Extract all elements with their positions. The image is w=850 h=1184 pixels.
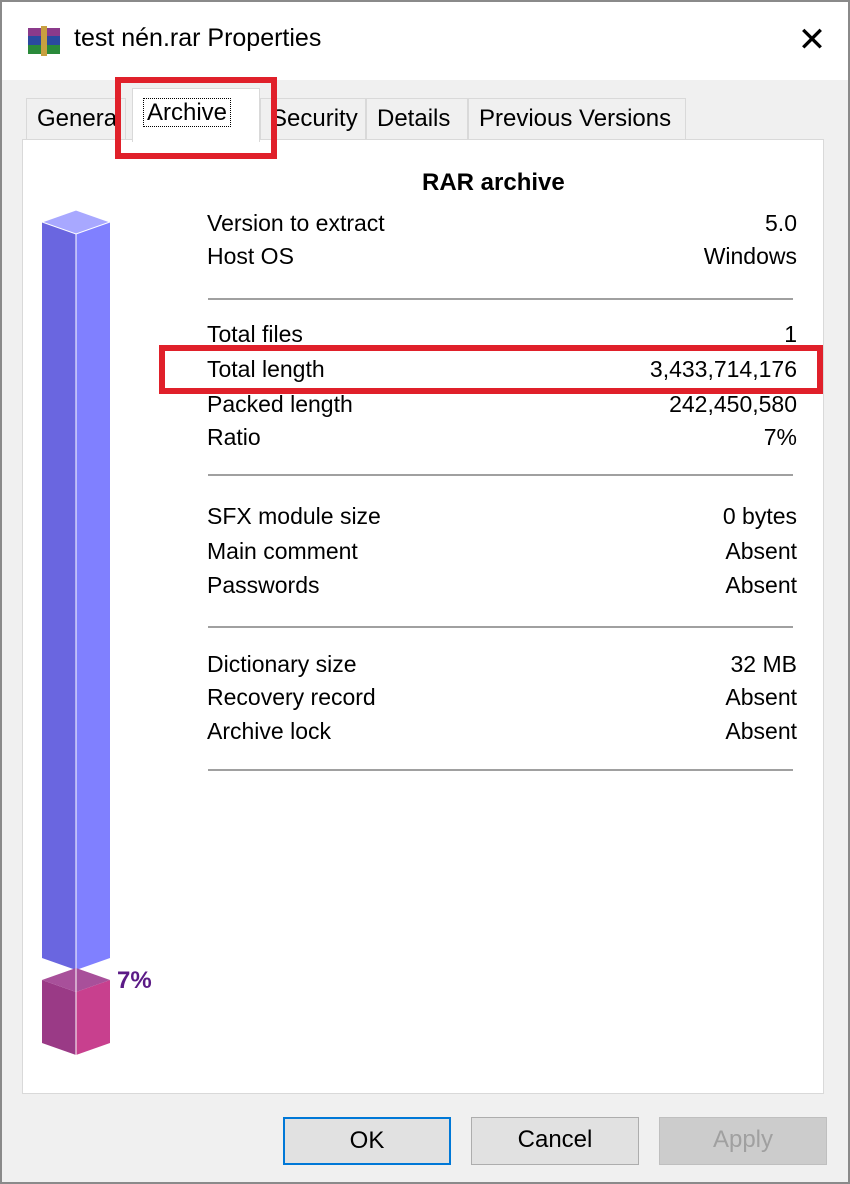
info-row: Passwords Absent [207, 572, 797, 599]
info-label: Passwords [207, 572, 320, 598]
info-label: Host OS [207, 243, 294, 269]
title-bar: test nén.rar Properties ✕ [2, 2, 848, 80]
info-value: Absent [725, 684, 797, 710]
info-row: Ratio 7% [207, 424, 797, 451]
tab-general[interactable]: General [26, 98, 126, 140]
cancel-button[interactable]: Cancel [471, 1117, 639, 1165]
info-label: Main comment [207, 538, 358, 564]
info-label: Ratio [207, 424, 261, 450]
info-value: Absent [725, 718, 797, 744]
bar-full-left [42, 222, 76, 970]
tab-previous-versions[interactable]: Previous Versions [468, 98, 686, 140]
info-row: Recovery record Absent [207, 684, 797, 711]
info-value: 242,450,580 [669, 391, 797, 417]
info-label: SFX module size [207, 503, 381, 529]
info-row: Dictionary size 32 MB [207, 651, 797, 678]
ok-button[interactable]: OK [283, 1117, 451, 1165]
info-row: Total files 1 [207, 321, 797, 348]
info-value: 1 [784, 321, 797, 347]
highlight-box-total-length [159, 345, 823, 394]
separator [208, 298, 793, 300]
info-value: 0 bytes [722, 503, 797, 529]
info-row: Version to extract 5.0 [207, 210, 797, 237]
ratio-bar [40, 210, 112, 1055]
info-row: Packed length 242,450,580 [207, 391, 797, 418]
info-row: Main comment Absent [207, 538, 797, 565]
window-title: test nén.rar Properties [74, 24, 322, 52]
info-value: Absent [725, 538, 797, 564]
separator [208, 626, 793, 628]
info-label: Packed length [207, 391, 353, 417]
archive-type-heading: RAR archive [422, 169, 565, 196]
highlight-box-archive-tab [115, 77, 277, 159]
close-icon[interactable]: ✕ [792, 20, 832, 60]
info-value: 32 MB [730, 651, 797, 677]
apply-button[interactable]: Apply [659, 1117, 827, 1165]
tab-details[interactable]: Details [366, 98, 468, 140]
separator [208, 769, 793, 771]
info-value: Absent [725, 572, 797, 598]
info-label: Version to extract [207, 210, 385, 236]
properties-dialog: test nén.rar Properties ✕ General Securi… [0, 0, 850, 1184]
archive-panel [22, 139, 824, 1094]
winrar-archive-icon [28, 26, 60, 56]
separator [208, 474, 793, 476]
info-label: Total files [207, 321, 303, 347]
bar-fill-right [76, 980, 110, 1055]
info-label: Dictionary size [207, 651, 357, 677]
info-row: Archive lock Absent [207, 718, 797, 745]
bar-full-right [76, 222, 110, 970]
info-label: Recovery record [207, 684, 376, 710]
info-value: Windows [703, 243, 797, 269]
info-value: 7% [763, 424, 797, 450]
info-row: Host OS Windows [207, 243, 797, 270]
info-row: SFX module size 0 bytes [207, 503, 797, 530]
info-label: Archive lock [207, 718, 331, 744]
ratio-percent-label: 7% [117, 967, 152, 994]
bar-fill-left [42, 980, 76, 1055]
info-value: 5.0 [765, 210, 797, 236]
